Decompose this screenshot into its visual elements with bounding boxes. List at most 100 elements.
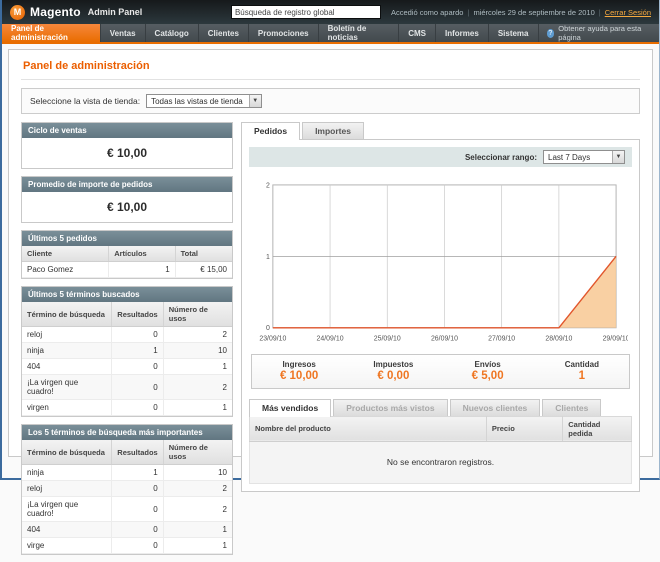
cell-results: 0 <box>112 327 163 343</box>
col-header: Cliente <box>22 246 109 262</box>
cell-results: 0 <box>112 481 163 497</box>
totals-bar: Ingresos € 10,00 Impuestos € 0,00 Envíos… <box>251 354 630 389</box>
svg-text:2: 2 <box>266 182 270 189</box>
cell-customer: Paco Gomez <box>22 262 109 278</box>
lifetime-sales-panel: Ciclo de ventas € 10,00 <box>21 122 233 169</box>
svg-text:23/09/10: 23/09/10 <box>259 336 286 343</box>
cell-uses: 1 <box>163 400 232 416</box>
svg-text:24/09/10: 24/09/10 <box>317 336 344 343</box>
separator: | <box>467 8 469 17</box>
stat-ingresos: Ingresos € 10,00 <box>252 360 346 382</box>
cell-results: 0 <box>112 522 163 538</box>
cell-results: 1 <box>112 465 163 481</box>
col-header: Término de búsqueda <box>22 302 112 327</box>
svg-text:28/09/10: 28/09/10 <box>545 336 572 343</box>
svg-text:1: 1 <box>266 254 270 261</box>
cell-term: ¡La virgen que cuadro! <box>22 375 112 400</box>
nav-item-cms[interactable]: CMS <box>399 24 436 42</box>
col-header-price: Precio <box>486 416 562 441</box>
table-row[interactable]: reloj 0 2 <box>22 481 232 497</box>
table-row[interactable]: ¡La virgen que cuadro! 0 2 <box>22 375 232 400</box>
dashboard-page: Panel de administración Seleccione la vi… <box>8 49 653 457</box>
table-row[interactable]: virgen 0 1 <box>22 400 232 416</box>
range-value: Last 7 Days <box>548 153 606 162</box>
tab-nuevos-clientes[interactable]: Nuevos clientes <box>450 399 541 416</box>
cell-term: reloj <box>22 481 112 497</box>
stat-label: Impuestos <box>346 360 440 369</box>
cell-uses: 10 <box>163 465 232 481</box>
tab-clientes[interactable]: Clientes <box>542 399 601 416</box>
nav-item-promociones[interactable]: Promociones <box>249 24 319 42</box>
tab-pedidos[interactable]: Pedidos <box>241 122 300 140</box>
col-header: Número de usos <box>163 440 232 465</box>
magento-logo: M Magento Admin Panel <box>10 5 142 20</box>
cell-term: ninja <box>22 465 112 481</box>
table-row[interactable]: virge 0 1 <box>22 538 232 554</box>
chevron-down-icon: ▼ <box>249 95 261 107</box>
nav-item-clientes[interactable]: Clientes <box>199 24 249 42</box>
lifetime-sales-title: Ciclo de ventas <box>22 123 232 138</box>
stat-label: Envíos <box>441 360 535 369</box>
stat-value: € 5,00 <box>441 370 535 382</box>
stat-cantidad: Cantidad 1 <box>535 360 629 382</box>
cell-uses: 10 <box>163 343 232 359</box>
average-orders-value: € 10,00 <box>22 192 232 222</box>
logo-subtitle: Admin Panel <box>88 7 143 17</box>
col-header: Número de usos <box>163 302 232 327</box>
help-icon: ? <box>547 29 555 38</box>
table-row[interactable]: 404 0 1 <box>22 522 232 538</box>
nav-item-boletin[interactable]: Boletín de noticias <box>319 24 400 42</box>
cell-term: 404 <box>22 359 112 375</box>
stat-impuestos: Impuestos € 0,00 <box>346 360 440 382</box>
page-title: Panel de administración <box>21 58 640 80</box>
orders-chart: 23/09/1024/09/1025/09/1026/09/1027/09/10… <box>249 173 632 346</box>
nav-item-sistema[interactable]: Sistema <box>489 24 539 42</box>
main-nav: Panel de administración Ventas Catálogo … <box>2 24 659 44</box>
help-label: Obtener ayuda para esta página <box>558 24 651 42</box>
nav-item-dashboard[interactable]: Panel de administración <box>2 24 101 42</box>
logged-in-text: Accedió como apardo <box>391 8 464 17</box>
col-header-qty: Cantidad pedida <box>563 416 632 441</box>
table-row[interactable]: Paco Gomez 1 € 15,00 <box>22 262 232 278</box>
col-header: Artículos <box>109 246 175 262</box>
stat-value: 1 <box>535 370 629 382</box>
range-bar: Seleccionar rango: Last 7 Days ▼ <box>249 147 632 167</box>
svg-text:26/09/10: 26/09/10 <box>431 336 458 343</box>
tab-importes[interactable]: Importes <box>302 122 364 139</box>
table-row[interactable]: ninja 1 10 <box>22 343 232 359</box>
empty-grid-message: No se encontraron registros. <box>249 442 632 484</box>
range-label: Seleccionar rango: <box>465 153 537 162</box>
global-search-input[interactable] <box>231 5 381 19</box>
diagram-tab-body: Seleccionar rango: Last 7 Days ▼ 23/09/1… <box>241 139 640 492</box>
cell-uses: 1 <box>163 522 232 538</box>
col-header: Total <box>175 246 232 262</box>
cell-uses: 2 <box>163 481 232 497</box>
help-link[interactable]: ? Obtener ayuda para esta página <box>539 24 660 42</box>
cell-term: ¡La virgen que cuadro! <box>22 497 112 522</box>
svg-text:0: 0 <box>266 325 270 332</box>
table-row[interactable]: ninja 1 10 <box>22 465 232 481</box>
cell-term: virgen <box>22 400 112 416</box>
last-search-title: Últimos 5 términos buscados <box>22 287 232 302</box>
table-row[interactable]: 404 0 1 <box>22 359 232 375</box>
svg-text:27/09/10: 27/09/10 <box>488 336 515 343</box>
cell-total: € 15,00 <box>175 262 232 278</box>
table-row[interactable]: reloj 0 2 <box>22 327 232 343</box>
nav-item-ventas[interactable]: Ventas <box>101 24 146 42</box>
nav-item-informes[interactable]: Informes <box>436 24 489 42</box>
nav-item-catalogo[interactable]: Catálogo <box>146 24 199 42</box>
tab-productos-mas-vistos[interactable]: Productos más vistos <box>333 399 447 416</box>
cell-uses: 2 <box>163 327 232 343</box>
col-header: Resultados <box>112 440 163 465</box>
logout-link[interactable]: Cerrar Sesión <box>605 8 651 17</box>
last-orders-title: Últimos 5 pedidos <box>22 231 232 246</box>
top-search-title: Los 5 términos de búsqueda más important… <box>22 425 232 440</box>
range-select[interactable]: Last 7 Days ▼ <box>543 150 625 164</box>
table-row[interactable]: ¡La virgen que cuadro! 0 2 <box>22 497 232 522</box>
tab-mas-vendidos[interactable]: Más vendidos <box>249 399 331 417</box>
chevron-down-icon: ▼ <box>612 151 624 163</box>
store-view-value: Todas las vistas de tienda <box>151 97 243 106</box>
store-view-select[interactable]: Todas las vistas de tienda ▼ <box>146 94 262 108</box>
top-header: M Magento Admin Panel Accedió como apard… <box>2 0 659 24</box>
cell-results: 0 <box>112 538 163 554</box>
